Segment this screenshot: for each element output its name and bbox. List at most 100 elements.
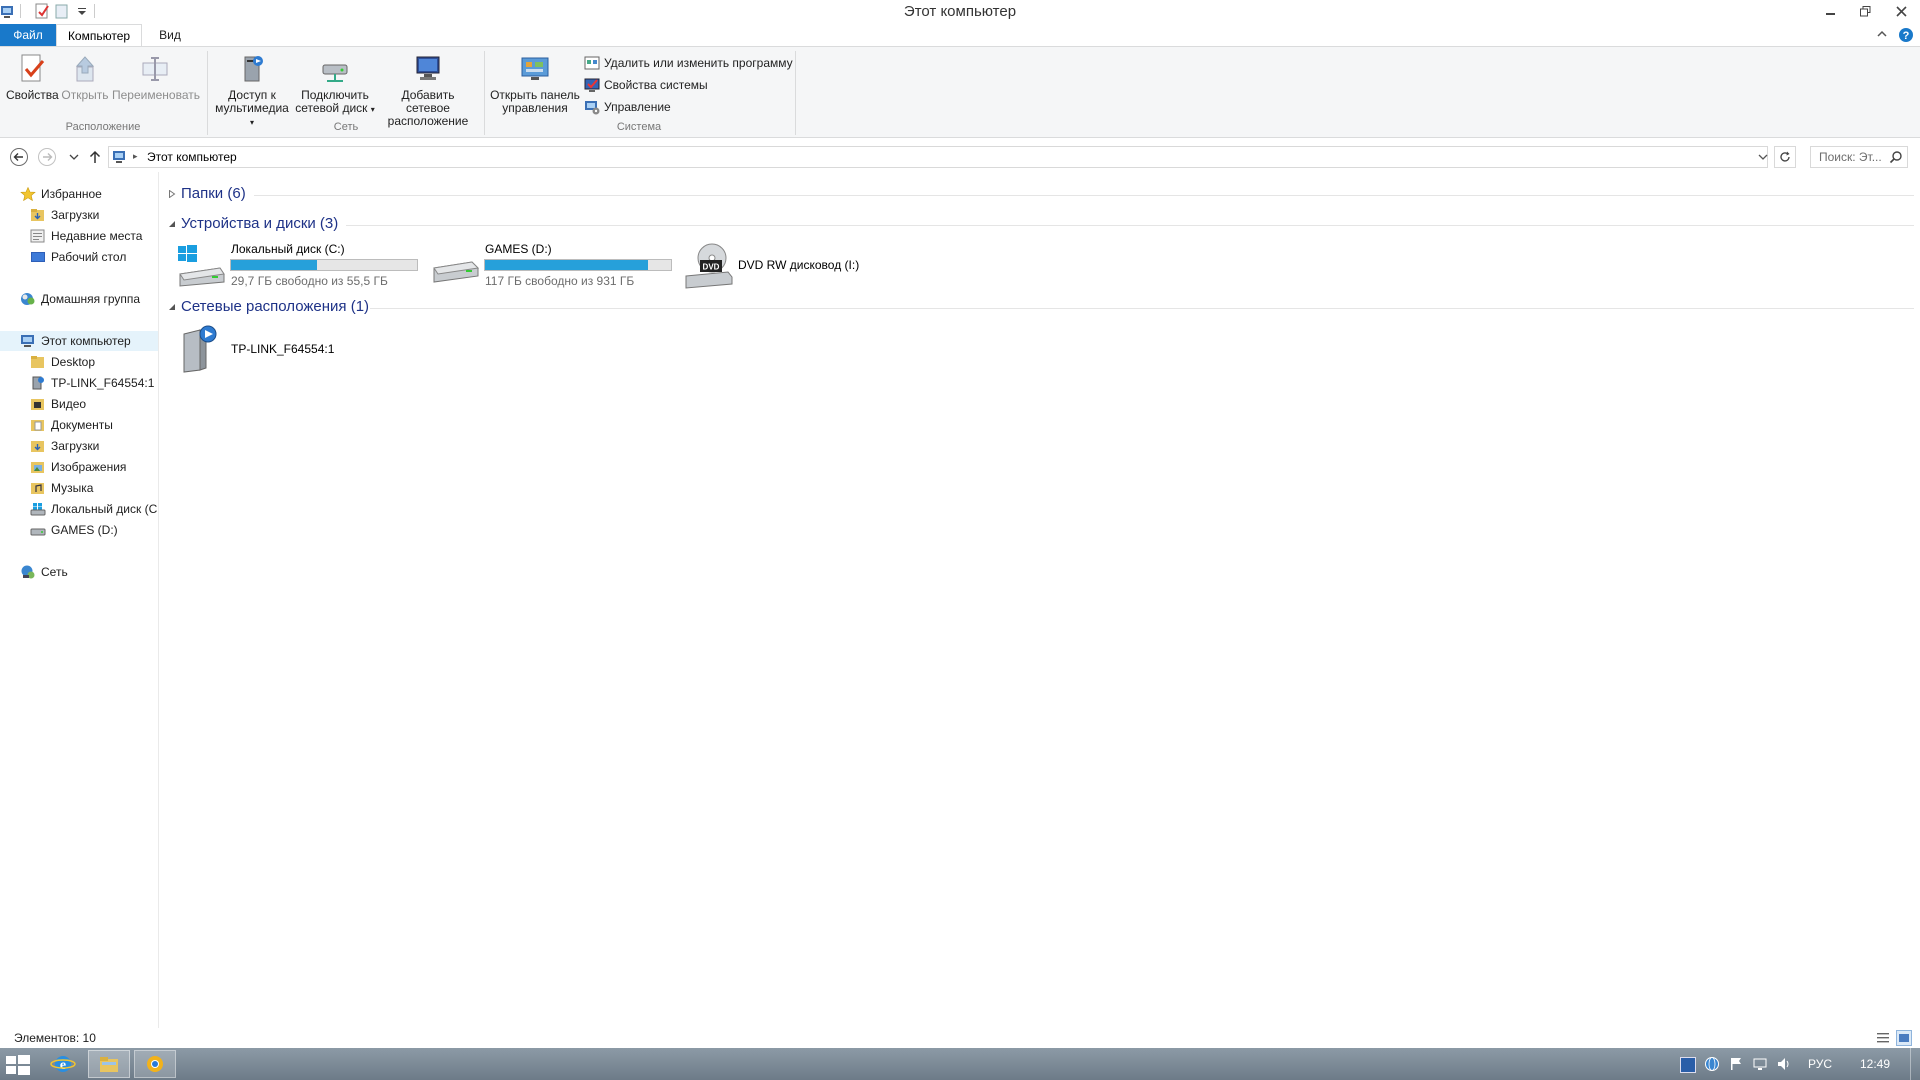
- action-center-flag-icon[interactable]: [1728, 1056, 1744, 1072]
- network-location-tile[interactable]: TP-LINK_F64554:1: [178, 324, 358, 376]
- tab-view[interactable]: Вид: [150, 24, 190, 46]
- search-input[interactable]: Поиск: Эт...: [1810, 146, 1908, 168]
- manage-icon: [584, 99, 600, 115]
- control-panel-label-2: управления: [502, 101, 568, 115]
- windows-logo-icon: [6, 1055, 30, 1075]
- manage-button[interactable]: Управление: [584, 97, 794, 117]
- drive-c-tile[interactable]: Локальный диск (C:) 29,7 ГБ свободно из …: [176, 240, 428, 292]
- nav-pc-local-disk-c[interactable]: Локальный диск (C: [0, 499, 158, 519]
- address-dropdown-icon[interactable]: [1757, 149, 1769, 165]
- start-button[interactable]: [0, 1050, 36, 1078]
- tray-globe-icon[interactable]: [1704, 1056, 1720, 1072]
- network-locations-group-header[interactable]: Сетевые расположения (1): [181, 298, 369, 315]
- search-icon[interactable]: [1889, 150, 1903, 164]
- refresh-button[interactable]: [1774, 146, 1796, 168]
- tab-computer[interactable]: Компьютер: [56, 24, 142, 46]
- folders-expand-icon[interactable]: [168, 190, 176, 198]
- collapse-ribbon-icon[interactable]: [1876, 28, 1888, 40]
- volume-icon[interactable]: [1776, 1056, 1792, 1072]
- open-button[interactable]: Открыть: [60, 53, 110, 102]
- nav-pc-music[interactable]: Музыка: [0, 478, 158, 498]
- drive-c-usage-fill: [231, 260, 318, 270]
- properties-icon: [16, 53, 48, 85]
- close-button[interactable]: [1882, 0, 1920, 22]
- star-icon: [20, 187, 36, 201]
- map-dropdown-icon: ▾: [370, 105, 375, 114]
- map-network-drive-button[interactable]: Подключить сетевой диск ▾: [294, 53, 376, 116]
- add-network-location-button[interactable]: Добавить сетевое расположение: [378, 53, 478, 128]
- drive-c-free-space: 29,7 ГБ свободно из 55,5 ГБ: [231, 274, 388, 288]
- nav-pc-video[interactable]: Видео: [0, 394, 158, 414]
- browser-icon: [147, 1056, 163, 1072]
- dvd-drive-tile[interactable]: DVD DVD RW дисковод (I:): [684, 240, 884, 292]
- nav-fav-desktop[interactable]: Рабочий стол: [0, 247, 158, 267]
- tab-file[interactable]: Файл: [0, 24, 56, 46]
- rename-label: Переименовать: [112, 88, 200, 102]
- network-locations-collapse-icon[interactable]: [168, 303, 176, 311]
- folders-group-header[interactable]: Папки (6): [181, 185, 246, 202]
- ribbon: Свойства Открыть Переименовать Расположе…: [0, 46, 1920, 138]
- nav-this-pc[interactable]: Этот компьютер: [0, 331, 158, 351]
- nav-pc-tplink[interactable]: TP-LINK_F64554:1: [0, 373, 158, 393]
- network-group-label: Сеть: [333, 121, 359, 133]
- nav-pc-desktop[interactable]: Desktop: [0, 352, 158, 372]
- clock[interactable]: 12:49: [1860, 1057, 1890, 1071]
- status-bar: Элементов: 10: [0, 1028, 1920, 1048]
- nav-favorites[interactable]: Избранное: [0, 184, 158, 204]
- file-explorer-taskbar[interactable]: [88, 1050, 130, 1078]
- nav-pc-games-d[interactable]: GAMES (D:): [0, 520, 158, 540]
- location-group-label: Расположение: [65, 121, 141, 133]
- address-bar[interactable]: ▸ Этот компьютер: [108, 146, 1768, 168]
- rename-icon: [139, 53, 171, 85]
- nav-pc-pictures[interactable]: Изображения: [0, 457, 158, 477]
- uninstall-program-button[interactable]: Удалить или изменить программу: [584, 53, 794, 73]
- recent-locations-dropdown-icon[interactable]: [64, 147, 84, 167]
- back-button[interactable]: [9, 147, 29, 167]
- breadcrumb-chevron-icon[interactable]: ▸: [133, 151, 138, 162]
- properties-button[interactable]: Свойства: [6, 53, 59, 102]
- minimize-button[interactable]: [1814, 0, 1848, 22]
- map-label-1: Подключить: [301, 88, 369, 102]
- media-server-icon: [236, 53, 268, 85]
- documents-folder-icon: [30, 418, 46, 432]
- system-properties-button[interactable]: Свойства системы: [584, 75, 794, 95]
- internet-explorer-icon: e: [50, 1056, 76, 1073]
- open-icon: [69, 53, 101, 85]
- forward-button[interactable]: [37, 147, 57, 167]
- nav-pc-downloads[interactable]: Загрузки: [0, 436, 158, 456]
- open-control-panel-button[interactable]: Открыть панель управления: [488, 53, 582, 115]
- control-panel-icon: [519, 53, 551, 85]
- details-view-icon[interactable]: [1876, 1031, 1890, 1045]
- hard-drive-icon: [432, 250, 480, 286]
- devices-collapse-icon[interactable]: [168, 220, 176, 228]
- help-icon[interactable]: ?: [1898, 27, 1914, 43]
- recent-places-icon: [30, 229, 46, 243]
- tray-sb-icon[interactable]: [1680, 1057, 1696, 1073]
- language-indicator[interactable]: РУС: [1808, 1057, 1832, 1071]
- media-label-1: Доступ к: [228, 88, 276, 102]
- nav-fav-downloads[interactable]: Загрузки: [0, 205, 158, 225]
- address-row: ▸ Этот компьютер Поиск: Эт...: [0, 143, 1920, 171]
- drive-d-tile[interactable]: GAMES (D:) 117 ГБ свободно из 931 ГБ: [430, 240, 682, 292]
- breadcrumb-this-pc[interactable]: Этот компьютер: [147, 150, 237, 164]
- up-button[interactable]: [85, 147, 105, 167]
- show-desktop-button[interactable]: [1910, 1048, 1920, 1080]
- this-pc-address-icon: [112, 150, 128, 164]
- restore-button[interactable]: [1848, 0, 1882, 22]
- internet-explorer-taskbar[interactable]: e: [42, 1050, 84, 1078]
- dvd-drive-name: DVD RW дисковод (I:): [738, 258, 860, 272]
- homegroup-icon: [20, 292, 36, 306]
- nav-homegroup[interactable]: Домашняя группа: [0, 289, 158, 309]
- network-tray-icon[interactable]: [1752, 1056, 1768, 1072]
- large-icons-view-icon[interactable]: [1896, 1030, 1912, 1046]
- rename-button[interactable]: Переименовать: [112, 53, 200, 102]
- nav-pc-documents[interactable]: Документы: [0, 415, 158, 435]
- nav-network[interactable]: Сеть: [0, 562, 158, 582]
- programs-icon: [584, 55, 600, 71]
- nav-fav-recent-places[interactable]: Недавние места: [0, 226, 158, 246]
- windows-drive-icon: [30, 502, 46, 516]
- devices-group-header[interactable]: Устройства и диски (3): [181, 215, 338, 232]
- media-access-button[interactable]: Доступ к мультимедиа ▾: [212, 53, 292, 129]
- chrome-taskbar[interactable]: [134, 1050, 176, 1078]
- drive-d-usage-bar: [484, 259, 672, 271]
